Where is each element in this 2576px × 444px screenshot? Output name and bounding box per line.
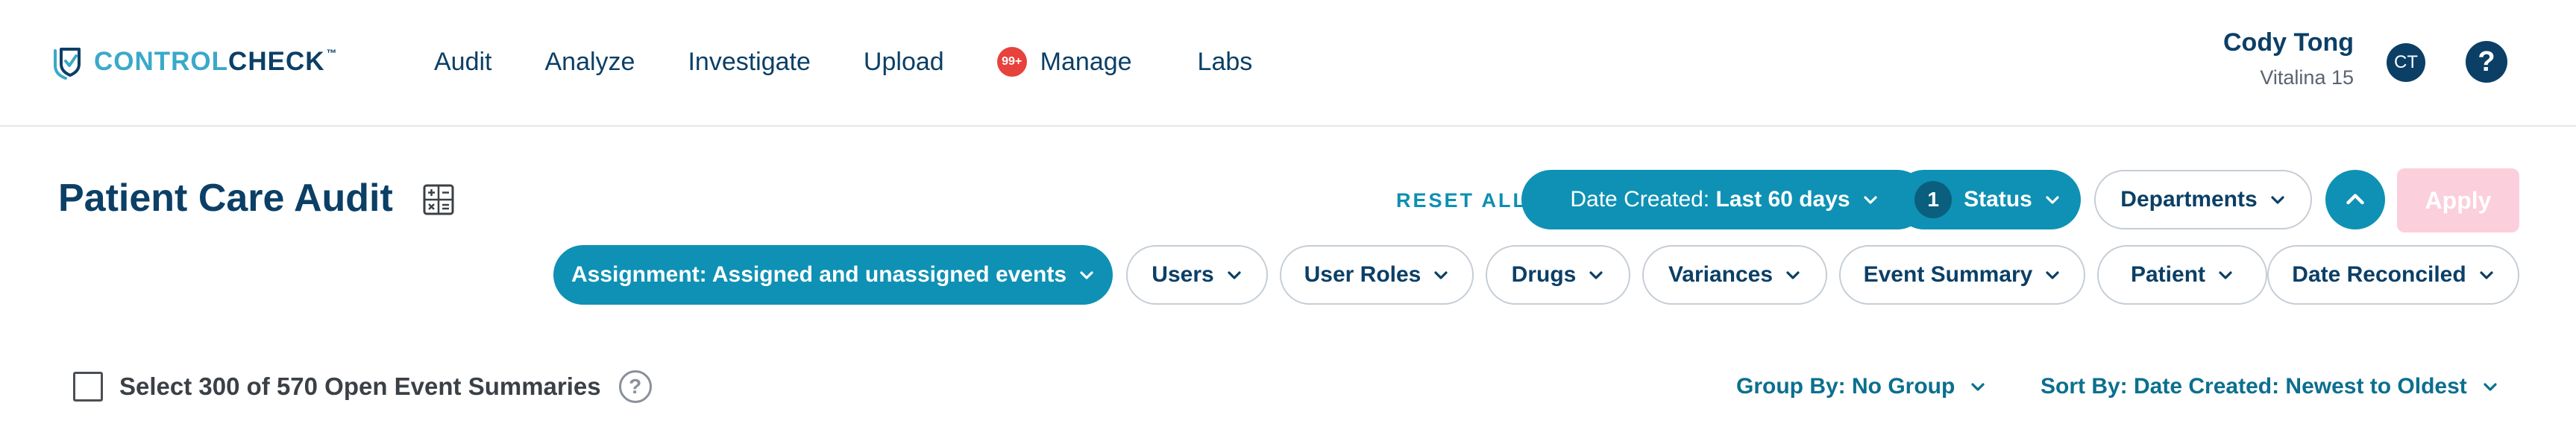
chevron-down-icon bbox=[2484, 383, 2497, 391]
shield-check-icon bbox=[54, 48, 81, 80]
chevron-down-icon bbox=[1228, 271, 1241, 279]
user-location: Vitalina 15 bbox=[2260, 66, 2354, 89]
apply-button[interactable]: Apply bbox=[2397, 168, 2519, 232]
status-count-badge: 1 bbox=[1914, 181, 1953, 218]
avatar[interactable]: CT bbox=[2387, 43, 2425, 82]
status-filter[interactable]: 1 Status bbox=[1894, 170, 2081, 229]
chevron-down-icon bbox=[1080, 271, 1093, 279]
chevron-down-icon bbox=[1589, 271, 1603, 279]
collapse-filters-button[interactable] bbox=[2325, 170, 2385, 229]
user-name: Cody Tong bbox=[2223, 28, 2354, 57]
question-circle-icon[interactable]: ? bbox=[618, 370, 652, 403]
notification-badge: 99+ bbox=[996, 47, 1027, 77]
main-nav: Audit Analyze Investigate Upload 99+ Man… bbox=[434, 43, 1305, 80]
chevron-down-icon bbox=[2046, 196, 2059, 204]
group-by-dropdown[interactable]: Group By: No Group bbox=[1736, 374, 1986, 399]
reset-all-button[interactable]: RESET ALL bbox=[1396, 189, 1527, 212]
chevron-down-icon bbox=[2271, 196, 2284, 204]
nav-analyze[interactable]: Analyze bbox=[545, 48, 635, 77]
chevron-down-icon bbox=[1434, 271, 1448, 279]
users-filter[interactable]: Users bbox=[1126, 245, 1268, 305]
user-info[interactable]: Cody Tong Vitalina 15 bbox=[2223, 28, 2354, 89]
chevron-up-icon bbox=[2346, 194, 2364, 205]
chevron-down-icon bbox=[1786, 271, 1800, 279]
nav-labs[interactable]: Labs bbox=[1198, 48, 1253, 77]
top-navigation-bar: CONTROLCHECK ™ Audit Analyze Investigate … bbox=[0, 0, 2576, 127]
select-all-label[interactable]: Select 300 of 570 Open Event Summaries bbox=[119, 372, 601, 401]
date-reconciled-filter[interactable]: Date Reconciled bbox=[2267, 245, 2519, 305]
assignment-filter[interactable]: Assignment: Assigned and unassigned even… bbox=[553, 245, 1113, 305]
help-icon[interactable]: ? bbox=[2466, 41, 2507, 83]
chevron-down-icon bbox=[2046, 271, 2059, 279]
date-created-filter[interactable]: Date Created: Last 60 days bbox=[1521, 170, 1927, 229]
nav-upload[interactable]: Upload bbox=[864, 48, 944, 77]
drugs-filter[interactable]: Drugs bbox=[1486, 245, 1630, 305]
patient-filter[interactable]: Patient bbox=[2097, 245, 2267, 305]
chevron-down-icon bbox=[1971, 383, 1985, 391]
select-all-row: Select 300 of 570 Open Event Summaries ? bbox=[73, 370, 652, 403]
event-summary-filter[interactable]: Event Summary bbox=[1839, 245, 2085, 305]
sort-by-dropdown[interactable]: Sort By: Date Created: Newest to Oldest bbox=[2041, 374, 2498, 399]
chevron-down-icon bbox=[2219, 271, 2232, 279]
nav-audit[interactable]: Audit bbox=[434, 48, 492, 77]
logo-wordmark: CONTROLCHECK ™ bbox=[94, 47, 338, 76]
chevron-down-icon bbox=[2480, 271, 2493, 279]
chevron-down-icon bbox=[1864, 196, 1877, 204]
nav-manage[interactable]: 99+ Manage bbox=[996, 47, 1132, 77]
nav-investigate[interactable]: Investigate bbox=[688, 48, 810, 77]
select-all-checkbox[interactable] bbox=[73, 372, 103, 402]
page-title: Patient Care Audit bbox=[58, 177, 393, 220]
variances-filter[interactable]: Variances bbox=[1642, 245, 1827, 305]
controlcheck-logo[interactable]: CONTROLCHECK ™ bbox=[51, 43, 338, 80]
user-roles-filter[interactable]: User Roles bbox=[1280, 245, 1474, 305]
departments-filter[interactable]: Departments bbox=[2094, 170, 2312, 229]
calculator-icon[interactable] bbox=[422, 183, 455, 216]
